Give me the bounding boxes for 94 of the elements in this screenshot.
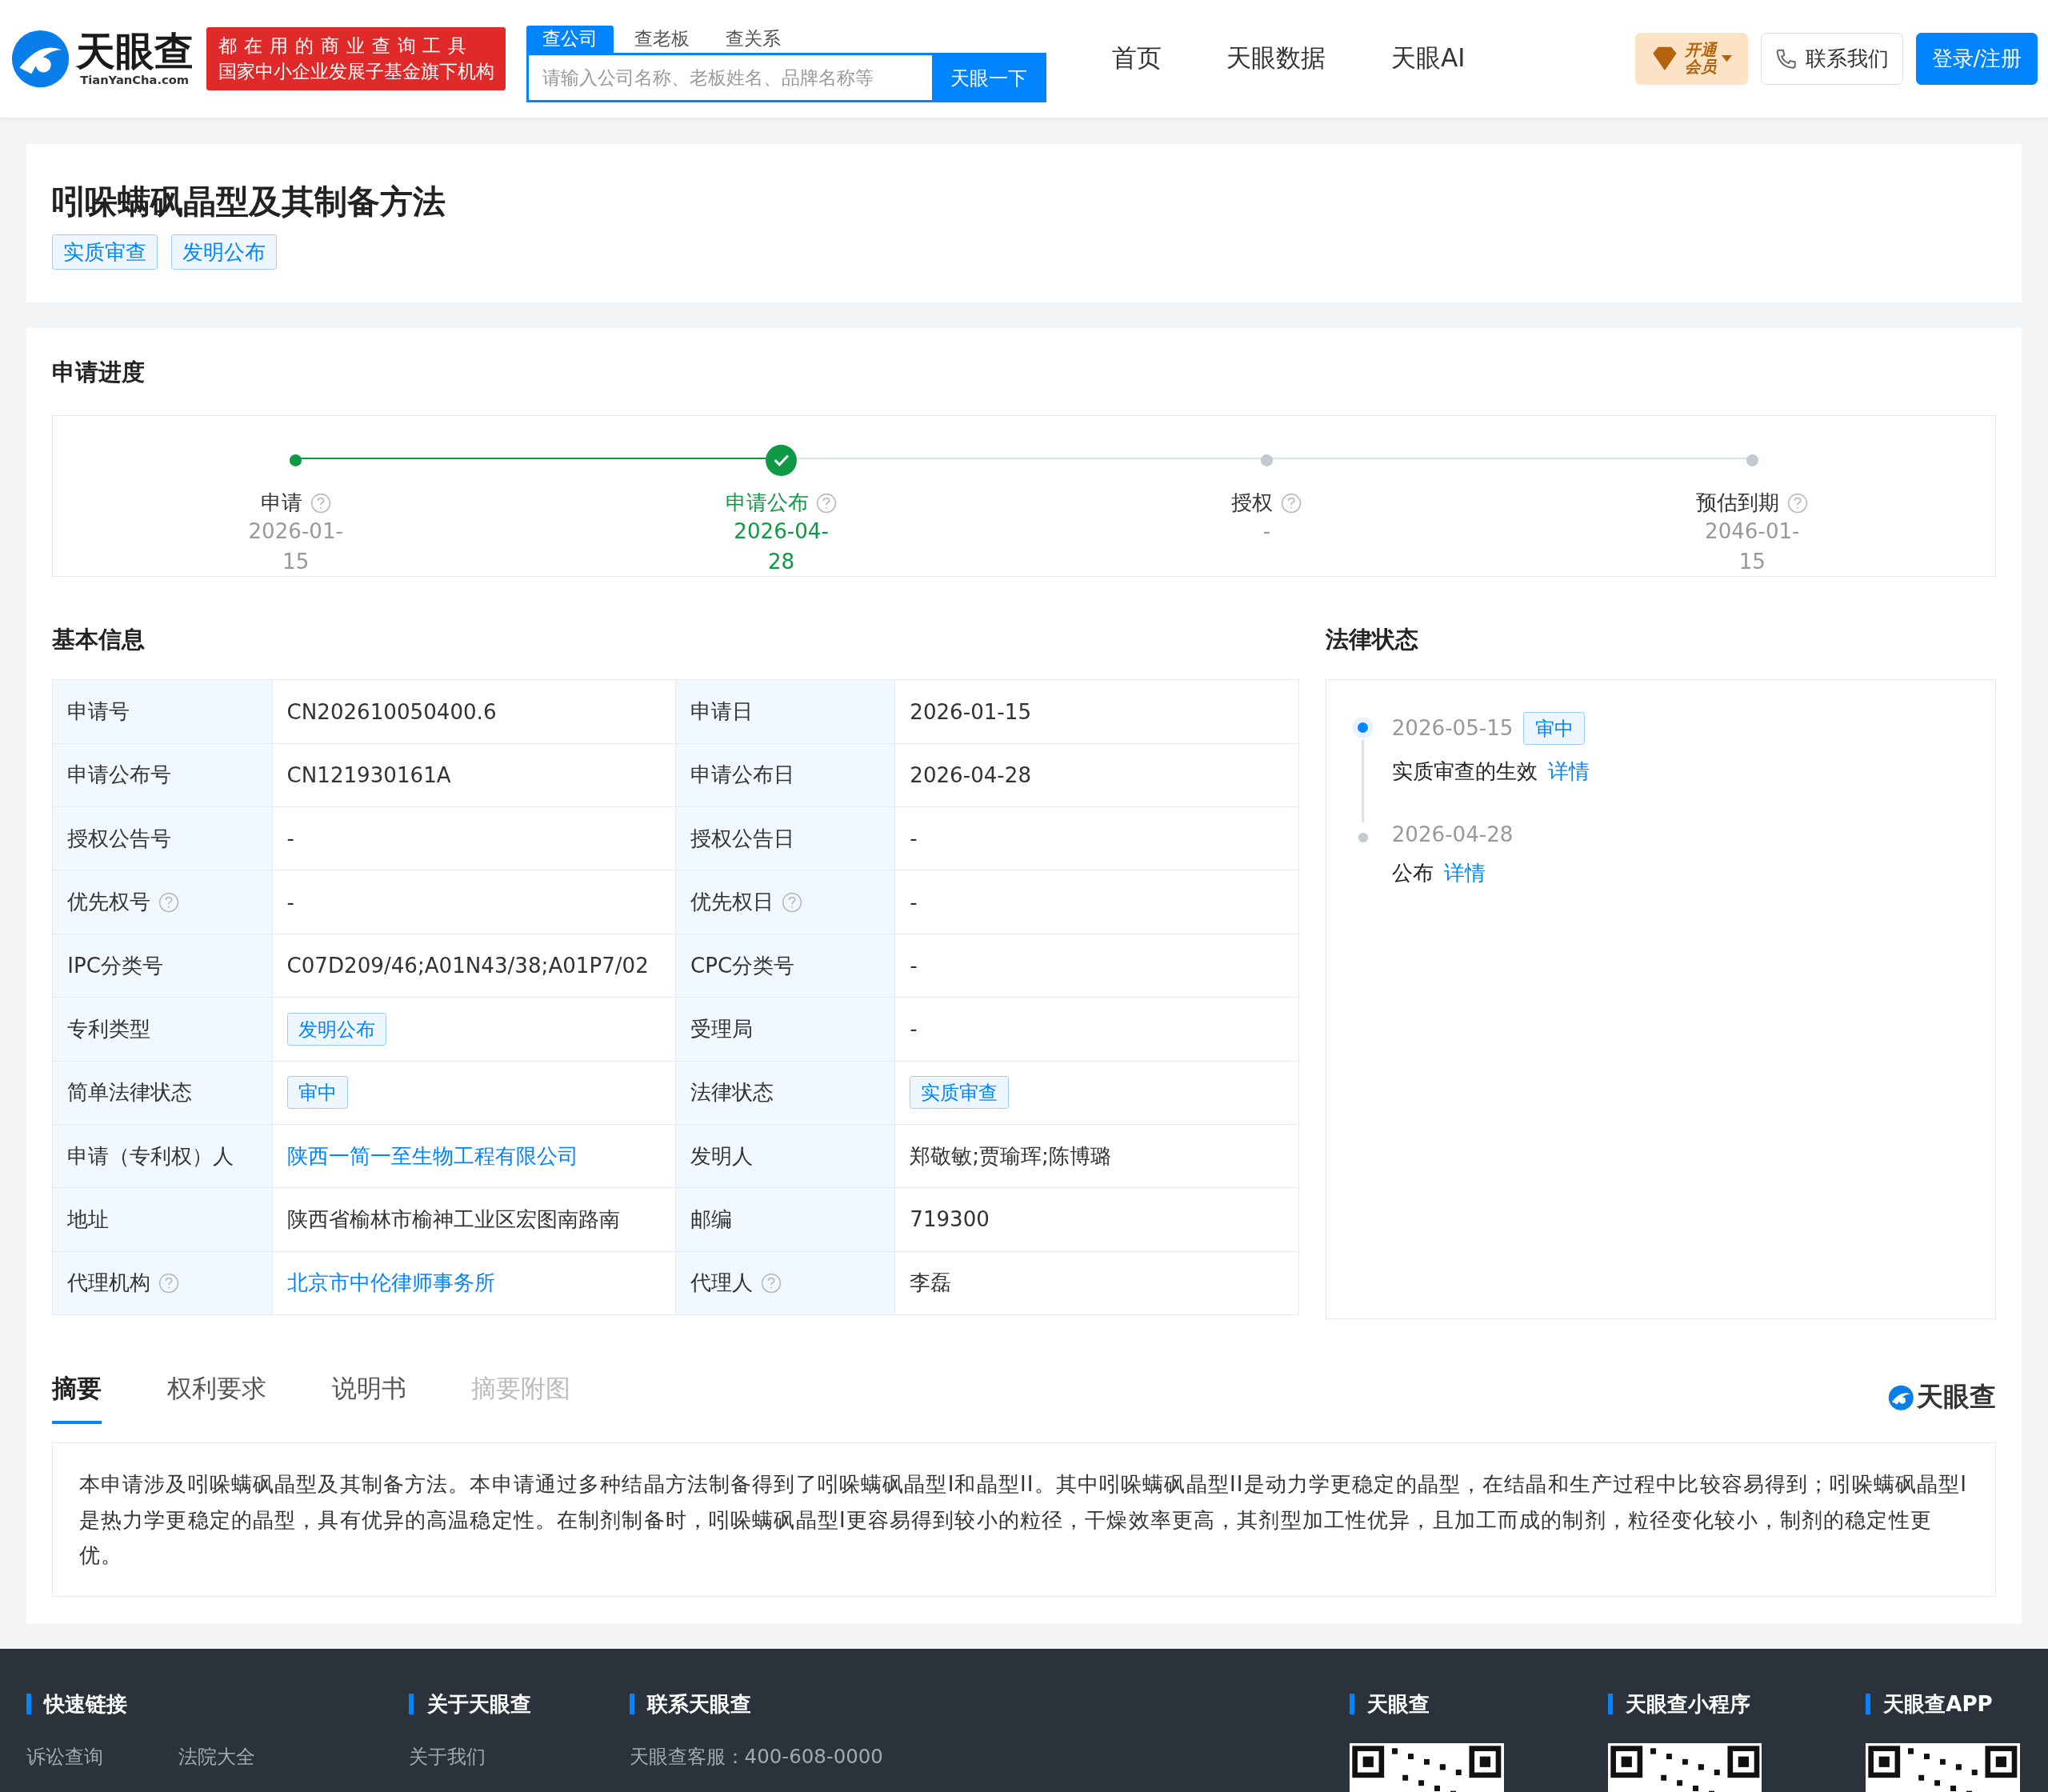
search-tab[interactable]: 查老板	[618, 25, 706, 54]
field-label: 法律状态	[690, 1079, 774, 1106]
event-text: 实质审查的生效	[1391, 758, 1538, 786]
company-link[interactable]: 北京市中伦律师事务所	[286, 1269, 495, 1298]
company-link[interactable]: 陕西一简一至生物工程有限公司	[286, 1142, 578, 1170]
check-icon	[773, 454, 790, 467]
footer-heading: 天眼查小程序	[1607, 1693, 1866, 1714]
caret-icon	[1722, 55, 1733, 62]
logo-text: 天眼查	[75, 30, 194, 74]
step-date: 2026-04-28	[733, 518, 830, 575]
step-label: 授权	[1231, 490, 1274, 517]
field-value: 李磊	[910, 1270, 952, 1297]
footer-heading: 天眼查	[1350, 1693, 1608, 1714]
field-label: 申请公布日	[690, 762, 794, 789]
footer-link[interactable]: 法院大全	[178, 1742, 256, 1770]
slogan-banner: 都在用的商业查询工具 国家中小企业发展子基金旗下机构	[206, 27, 506, 90]
field-value: C07D209/46;A01N43/38;A01P7/02	[286, 954, 649, 978]
details-link[interactable]: 详情	[1443, 859, 1486, 888]
footer-link[interactable]: 关于我们	[409, 1742, 486, 1770]
field-label: 申请日	[690, 698, 753, 726]
field-label: 受理局	[690, 1015, 753, 1042]
field-label: 发明人	[690, 1142, 753, 1170]
nav-link[interactable]: 天眼AI	[1391, 42, 1466, 76]
event-date: 2026-04-28	[1391, 822, 1514, 847]
section-title: 申请进度	[52, 358, 146, 388]
details-link[interactable]: 详情	[1547, 758, 1590, 786]
step-label: 申请公布	[725, 490, 809, 517]
event-date: 2026-05-15	[1391, 716, 1514, 741]
field-value: 陕西省榆林市榆神工业区宏图南路南	[286, 1206, 620, 1233]
field-value: -	[910, 826, 918, 851]
step-date: 2026-01-15	[247, 518, 344, 575]
field-label: 申请公布号	[67, 762, 172, 789]
field-value: -	[910, 954, 918, 978]
patent-title: 吲哚螨砜晶型及其制备方法	[52, 182, 447, 223]
contact-button[interactable]: 联系我们	[1760, 32, 1903, 86]
field-label: 简单法律状态	[67, 1079, 193, 1106]
status-tag: 发明公布	[286, 1012, 386, 1046]
field-value: -	[286, 890, 294, 914]
field-value: 郑敬敏;贾瑜珲;陈博璐	[910, 1142, 1111, 1170]
field-label: 专利类型	[67, 1015, 151, 1042]
step-label: 预估到期	[1696, 490, 1780, 517]
status-tag: 审中	[1523, 711, 1585, 746]
content-tab[interactable]: 摘要	[52, 1371, 102, 1425]
search-button[interactable]: 天眼一下	[931, 53, 1047, 103]
field-label: 优先权日	[690, 889, 774, 916]
status-tag: 实质审查	[910, 1076, 1010, 1110]
field-label: 授权公告号	[67, 825, 172, 852]
field-label: 申请（专利权）人	[67, 1142, 234, 1170]
nav-link[interactable]: 首页	[1111, 42, 1162, 76]
content-tab[interactable]: 权利要求	[166, 1371, 266, 1425]
step-date: 2046-01-15	[1704, 518, 1801, 575]
field-label: 地址	[67, 1206, 110, 1233]
status-tag: 发明公布	[170, 234, 277, 270]
logo-icon	[10, 28, 71, 89]
field-value: CN202610050400.6	[286, 699, 497, 724]
content-tab[interactable]: 说明书	[331, 1371, 406, 1425]
field-label: 授权公告日	[690, 825, 794, 852]
status-tag: 实质审查	[52, 234, 158, 270]
field-value: -	[910, 890, 918, 914]
search-field[interactable]: 请输入公司名称、老板姓名、品牌名称等	[526, 53, 932, 103]
field-value: -	[286, 826, 294, 851]
field-label: 代理人	[690, 1270, 753, 1297]
field-value: 719300	[910, 1207, 990, 1232]
field-label: 优先权号	[67, 889, 151, 916]
abstract-text: 本申请涉及吲哚螨砜晶型及其制备方法。本申请通过多种结晶方法制备得到了吲哚螨砜晶型I和晶型II。其中吲哚螨砜晶型II是动力学更稳定的晶型，在结晶和生产过程中比较容易得到；吲哚螨砜晶型I是热力学更稳定的晶型，具有优异的高温稳定性。在制剂制备时，吲哚螨砜晶型I更容易得到较小的粒径，干燥效率更高，其剂型加工性优异，且加工而成的制剂，粒径变化较小，制剂的稳定性更优。	[52, 1442, 1996, 1598]
section-title: 基本信息	[52, 625, 146, 655]
search-tab[interactable]: 查关系	[710, 25, 797, 54]
footer-link[interactable]: 诉讼查询	[26, 1742, 103, 1770]
vip-button[interactable]: 开通 会员	[1635, 32, 1748, 86]
footer-heading: 关于天眼查	[409, 1693, 630, 1714]
field-value: 2026-01-15	[910, 699, 1032, 724]
footer-heading: 天眼查APP	[1865, 1693, 2022, 1714]
footer-heading: 快速链接	[26, 1693, 410, 1714]
field-label: CPC分类号	[690, 952, 795, 979]
event-text: 公布	[1391, 860, 1434, 887]
field-label: IPC分类号	[67, 952, 163, 979]
logo-icon	[1887, 1385, 1914, 1411]
field-value: -	[910, 1017, 918, 1042]
field-value: 2026-04-28	[910, 762, 1032, 787]
login-button[interactable]: 登录/注册	[1916, 32, 2038, 86]
brand-logo-text: 天眼查	[1916, 1381, 1996, 1414]
nav-link[interactable]: 天眼数据	[1226, 42, 1326, 76]
footer-heading: 联系天眼查	[629, 1693, 1350, 1714]
field-label: 邮编	[690, 1206, 732, 1233]
search-tab[interactable]: 查公司	[526, 25, 614, 54]
field-label: 申请号	[67, 698, 130, 726]
field-label: 代理机构	[67, 1270, 151, 1297]
logo-subtitle: TianYanCha.com	[80, 73, 190, 87]
section-title: 法律状态	[1326, 625, 1420, 655]
step-date: -	[1262, 518, 1272, 546]
footer-link[interactable]: 天眼查客服：400-608-0000	[629, 1742, 883, 1770]
field-value: CN121930161A	[286, 762, 451, 787]
step-label: 申请	[260, 490, 302, 517]
status-tag: 审中	[286, 1076, 348, 1110]
